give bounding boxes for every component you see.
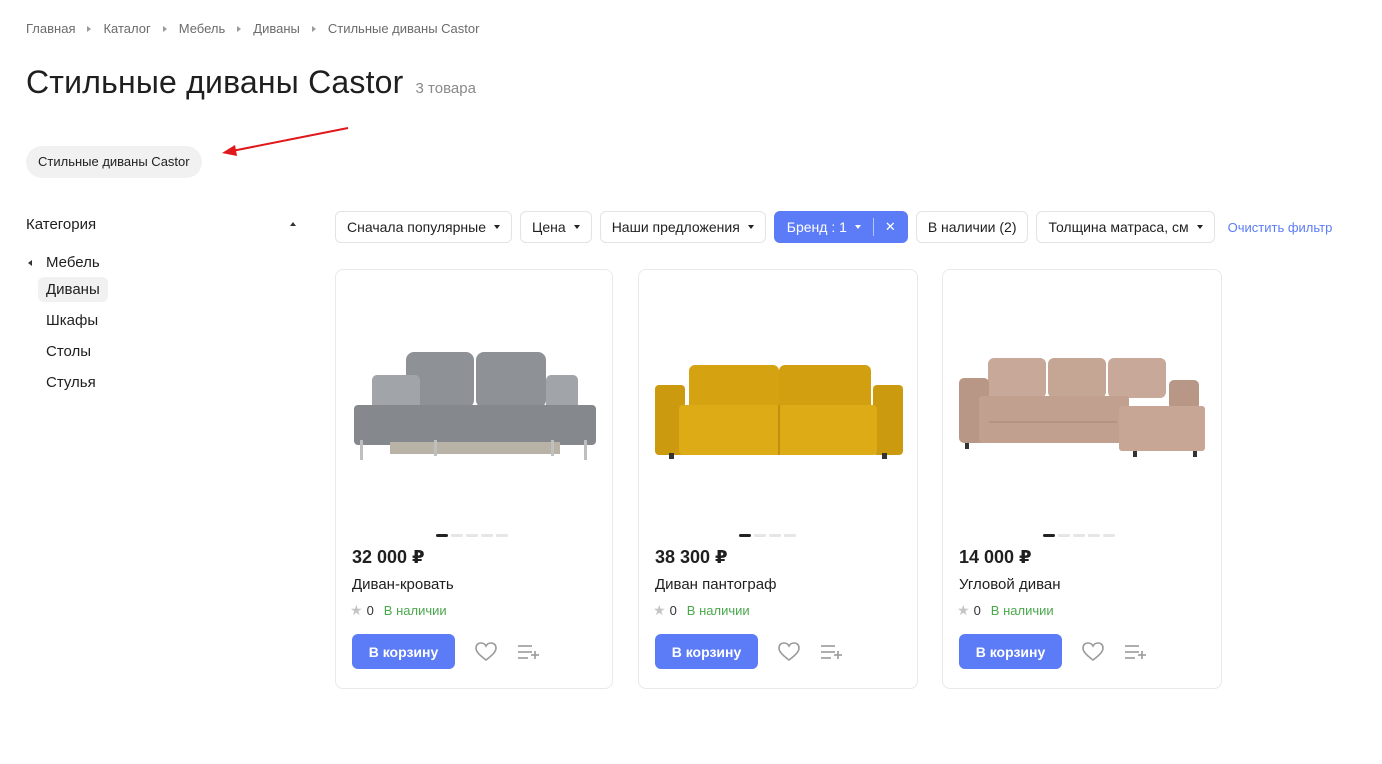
product-actions: В корзину bbox=[655, 634, 844, 669]
breadcrumb-separator-icon bbox=[87, 25, 92, 32]
compare-list-icon[interactable] bbox=[517, 642, 541, 662]
tag-chip[interactable]: Стильные диваны Castor bbox=[26, 146, 202, 178]
product-rating: 0 bbox=[669, 603, 677, 618]
brand-filter-label: Бренд : 1 bbox=[786, 219, 847, 235]
stock-status: В наличии bbox=[383, 603, 447, 618]
chevron-down-icon bbox=[747, 225, 754, 229]
image-pagination[interactable] bbox=[436, 534, 511, 537]
product-name[interactable]: Диван пантограф bbox=[655, 576, 776, 593]
product-price: 32 000 ₽ bbox=[352, 547, 425, 567]
image-pagination[interactable] bbox=[739, 534, 799, 537]
annotation-arrow-icon bbox=[222, 127, 349, 156]
heart-icon[interactable] bbox=[475, 641, 497, 662]
product-actions: В корзину bbox=[352, 634, 541, 669]
breadcrumb-separator-icon bbox=[237, 25, 242, 32]
compare-list-icon[interactable] bbox=[1124, 642, 1148, 662]
sofa-beige-corner-image[interactable] bbox=[953, 310, 1211, 510]
add-to-cart-button[interactable]: В корзину bbox=[959, 634, 1062, 669]
product-meta: ★ 0 В наличии bbox=[653, 602, 750, 619]
chevron-down-icon bbox=[1196, 225, 1203, 229]
breadcrumb-catalog[interactable]: Каталог bbox=[103, 21, 150, 36]
sofa-yellow-image[interactable] bbox=[649, 310, 907, 510]
product-rating: 0 bbox=[973, 603, 981, 618]
breadcrumb-separator-icon bbox=[311, 25, 316, 32]
category-header[interactable]: Категория bbox=[26, 213, 302, 235]
subcategory-list: Диваны Шкафы Столы Стулья bbox=[26, 277, 302, 401]
product-rating: 0 bbox=[366, 603, 374, 618]
back-arrow-icon bbox=[28, 259, 32, 266]
chevron-down-icon bbox=[854, 225, 861, 229]
product-card[interactable]: 32 000 ₽ Диван-кровать ★ 0 В наличии В к… bbox=[335, 269, 613, 689]
sidebar-item-tables[interactable]: Столы bbox=[38, 339, 99, 364]
breadcrumb: Главная Каталог Мебель Диваны Стильные д… bbox=[26, 21, 479, 36]
chevron-down-icon bbox=[573, 225, 580, 229]
add-to-cart-button[interactable]: В корзину bbox=[655, 634, 758, 669]
product-actions: В корзину bbox=[959, 634, 1148, 669]
product-name[interactable]: Диван-кровать bbox=[352, 576, 454, 593]
add-to-cart-button[interactable]: В корзину bbox=[352, 634, 455, 669]
sort-dropdown[interactable]: Сначала популярные bbox=[335, 211, 513, 243]
sort-label: Сначала популярные bbox=[347, 219, 487, 235]
breadcrumb-current: Стильные диваны Castor bbox=[327, 21, 480, 36]
product-meta: ★ 0 В наличии bbox=[350, 602, 447, 619]
star-icon: ★ bbox=[653, 602, 666, 618]
brand-filter: Бренд : 1 ✕ bbox=[773, 211, 908, 243]
brand-filter-toggle[interactable]: Бренд : 1 bbox=[775, 212, 873, 242]
heart-icon[interactable] bbox=[778, 641, 800, 662]
price-filter-label: Цена bbox=[532, 219, 566, 235]
chevron-down-icon bbox=[494, 225, 501, 229]
product-meta: ★ 0 В наличии bbox=[957, 602, 1054, 619]
breadcrumb-separator-icon bbox=[162, 25, 167, 32]
product-price: 14 000 ₽ bbox=[959, 547, 1032, 567]
sofa-grey-image[interactable] bbox=[346, 310, 604, 510]
product-count: 3 товара bbox=[415, 80, 476, 97]
filter-bar: Сначала популярные Цена Наши предложения… bbox=[335, 211, 1332, 243]
breadcrumb-sofas[interactable]: Диваны bbox=[253, 21, 300, 36]
page-title: Стильные диваны Castor bbox=[26, 64, 404, 100]
mattress-filter-label: Толщина матраса, см bbox=[1048, 219, 1189, 235]
clear-filter-link[interactable]: Очистить фильтр bbox=[1228, 220, 1333, 235]
category-title: Категория bbox=[26, 215, 97, 233]
product-card[interactable]: 14 000 ₽ Угловой диван ★ 0 В наличии В к… bbox=[942, 269, 1222, 689]
breadcrumb-furniture[interactable]: Мебель bbox=[179, 21, 226, 36]
mattress-filter[interactable]: Толщина матраса, см bbox=[1036, 211, 1215, 243]
heart-icon[interactable] bbox=[1082, 641, 1104, 662]
breadcrumb-home[interactable]: Главная bbox=[26, 21, 75, 36]
star-icon: ★ bbox=[957, 602, 970, 618]
stock-status: В наличии bbox=[990, 603, 1054, 618]
compare-list-icon[interactable] bbox=[820, 642, 844, 662]
in-stock-filter-label: В наличии (2) bbox=[927, 219, 1017, 235]
offers-filter-label: Наши предложения bbox=[611, 219, 740, 235]
product-card[interactable]: 38 300 ₽ Диван пантограф ★ 0 В наличии В… bbox=[638, 269, 918, 689]
sidebar-parent-label: Мебель bbox=[46, 254, 100, 271]
product-price: 38 300 ₽ bbox=[655, 547, 728, 567]
stock-status: В наличии bbox=[686, 603, 750, 618]
collapse-up-icon[interactable] bbox=[290, 222, 296, 226]
sidebar-item-furniture[interactable]: Мебель bbox=[26, 254, 302, 271]
offers-filter[interactable]: Наши предложения bbox=[599, 211, 766, 243]
star-icon: ★ bbox=[350, 602, 363, 618]
title-row: Стильные диваны Castor 3 товара bbox=[26, 64, 476, 101]
category-sidebar: Категория Мебель Диваны Шкафы Столы Стул… bbox=[26, 213, 302, 401]
in-stock-filter[interactable]: В наличии (2) bbox=[915, 211, 1029, 243]
sidebar-item-chairs[interactable]: Стулья bbox=[38, 370, 104, 395]
price-filter[interactable]: Цена bbox=[520, 211, 592, 243]
brand-clear-close-icon[interactable]: ✕ bbox=[874, 219, 907, 235]
sidebar-item-sofas[interactable]: Диваны bbox=[38, 277, 108, 302]
image-pagination[interactable] bbox=[1043, 534, 1118, 537]
sidebar-item-wardrobes[interactable]: Шкафы bbox=[38, 308, 106, 333]
product-name[interactable]: Угловой диван bbox=[959, 576, 1061, 593]
